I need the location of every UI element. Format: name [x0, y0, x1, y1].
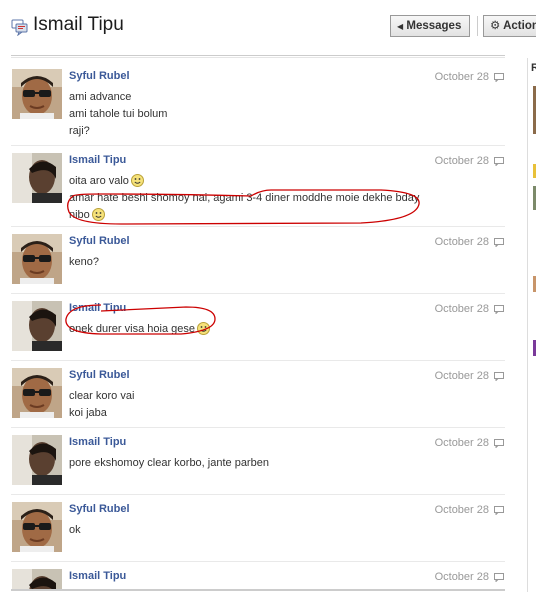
page-title: Ismail Tipu: [33, 14, 124, 35]
reply-icon[interactable]: [494, 439, 504, 449]
reply-icon[interactable]: [494, 238, 504, 248]
message-date: October 28: [434, 303, 489, 315]
message-text: clear koro vai: [69, 390, 135, 402]
header-divider-shadow: [11, 57, 505, 58]
message-date: October 28: [434, 155, 489, 167]
gear-icon: ⚙: [490, 20, 501, 32]
message-date: October 28: [434, 370, 489, 382]
message-row: Syful Rubel October 28 ami advance ami taho…: [11, 62, 505, 146]
message-text: ami tahole tui bolum: [69, 108, 168, 120]
message-row: Ismail Tipu October 28: [11, 562, 505, 590]
sender-name-link[interactable]: Ismail Tipu: [69, 570, 126, 582]
message-line: nibo: [69, 207, 429, 224]
message-line: ami tahole tui bolum: [69, 106, 429, 123]
message-date: October 28: [434, 571, 489, 583]
right-column-label: R: [531, 62, 536, 74]
sender-name-link[interactable]: Syful Rubel: [69, 503, 130, 515]
avatar[interactable]: [12, 234, 62, 284]
message-thread: Syful Rubel October 28 ami advance ami taho…: [11, 62, 505, 590]
message-line: ami advance: [69, 89, 429, 106]
smiley-emoticon-icon: [130, 174, 144, 187]
message-line: pore ekshomoy clear korbo, jante parben: [69, 455, 429, 472]
avatar[interactable]: [12, 69, 62, 119]
message-row: Ismail Tipu October 28 oita aro valo amar h…: [11, 146, 505, 227]
avatar[interactable]: [12, 153, 62, 203]
message-row: Ismail Tipu October 28 onek durer visa hoi…: [11, 294, 505, 361]
message-text: onek durer visa hoia gese: [69, 323, 195, 335]
avatar[interactable]: [12, 502, 62, 552]
actions-button[interactable]: ⚙ Actions: [483, 15, 536, 37]
message-line: amar hate beshi shomoy nai, agami 3-4 di…: [69, 190, 429, 207]
message-line: clear koro vai: [69, 388, 429, 405]
message-text: pore ekshomoy clear korbo, jante parben: [69, 457, 269, 469]
avatar[interactable]: [12, 569, 62, 590]
reply-icon[interactable]: [494, 305, 504, 315]
message-text: koi jaba: [69, 407, 107, 419]
reply-icon[interactable]: [494, 372, 504, 382]
message-date: October 28: [434, 437, 489, 449]
message-line: oita aro valo: [69, 173, 429, 190]
reply-icon[interactable]: [494, 573, 504, 583]
sender-name-link[interactable]: Ismail Tipu: [69, 436, 126, 448]
message-line: onek durer visa hoia gese: [69, 321, 429, 338]
message-body: oita aro valo amar hate beshi shomoy nai,…: [69, 173, 429, 224]
reply-icon[interactable]: [494, 73, 504, 83]
message-body: clear koro vai koi jaba: [69, 388, 429, 422]
right-column: R: [527, 58, 536, 592]
message-body: ok: [69, 522, 429, 539]
actions-button-label: Actions: [503, 20, 536, 32]
sender-name-link[interactable]: Ismail Tipu: [69, 154, 126, 166]
divider: [477, 16, 478, 36]
message-body: onek durer visa hoia gese: [69, 321, 429, 338]
message-text: raji?: [69, 125, 90, 137]
avatar[interactable]: [12, 435, 62, 485]
message-body: keno?: [69, 254, 429, 271]
message-row: Syful Rubel October 28 ok: [11, 495, 505, 562]
smiley-emoticon-icon: [91, 208, 105, 221]
message-row: Syful Rubel October 28 keno?: [11, 227, 505, 294]
message-row: Syful Rubel October 28 clear koro vai koi j…: [11, 361, 505, 428]
bottom-divider: [11, 589, 505, 591]
avatar[interactable]: [12, 301, 62, 351]
message-text: oita aro valo: [69, 175, 129, 187]
sender-name-link[interactable]: Syful Rubel: [69, 70, 130, 82]
reply-icon[interactable]: [494, 157, 504, 167]
message-text: ami advance: [69, 91, 132, 103]
message-row: Ismail Tipu October 28 pore ekshomoy clear…: [11, 428, 505, 495]
message-text: amar hate beshi shomoy nai, agami 3-4 di…: [69, 192, 420, 204]
message-line: koi jaba: [69, 405, 429, 422]
caret-left-icon: ◀: [397, 22, 404, 31]
message-line: ok: [69, 522, 429, 539]
smiley-emoticon-icon: [196, 322, 210, 335]
message-date: October 28: [434, 504, 489, 516]
avatar[interactable]: [12, 368, 62, 418]
header: Ismail Tipu ◀ Messages ⚙ Actions: [0, 0, 536, 58]
header-divider: [11, 55, 505, 56]
sender-name-link[interactable]: Syful Rubel: [69, 369, 130, 381]
message-text: keno?: [69, 256, 99, 268]
sender-name-link[interactable]: Syful Rubel: [69, 235, 130, 247]
message-date: October 28: [434, 71, 489, 83]
message-line: keno?: [69, 254, 429, 271]
reply-icon[interactable]: [494, 506, 504, 516]
sender-name-link[interactable]: Ismail Tipu: [69, 302, 126, 314]
message-body: pore ekshomoy clear korbo, jante parben: [69, 455, 429, 472]
message-date: October 28: [434, 236, 489, 248]
message-line: raji?: [69, 123, 429, 140]
message-text: ok: [69, 524, 81, 536]
messages-icon: [11, 19, 28, 36]
messages-button[interactable]: ◀ Messages: [390, 15, 470, 37]
message-body: ami advance ami tahole tui bolum raji?: [69, 89, 429, 140]
message-text: nibo: [69, 209, 90, 221]
messages-button-label: Messages: [406, 20, 462, 32]
